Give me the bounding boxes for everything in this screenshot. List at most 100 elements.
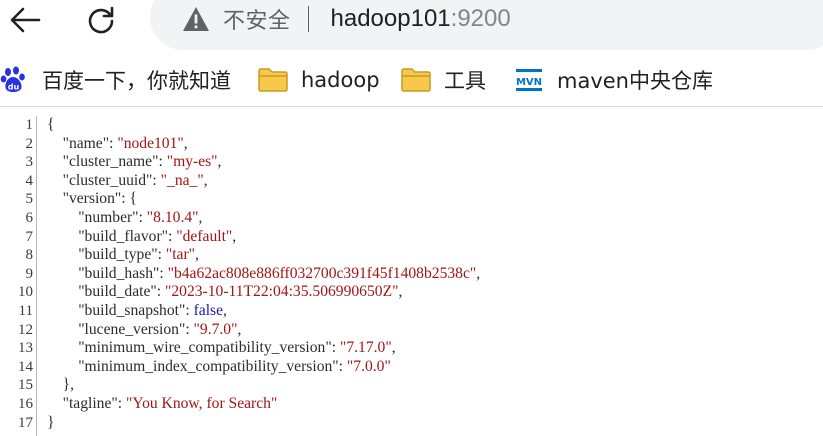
json-punctuation: , (203, 171, 208, 189)
json-boolean-value: false (193, 302, 224, 319)
json-string-value: "_na_" (160, 171, 204, 189)
json-punctuation: : (185, 302, 194, 319)
json-punctuation: }, (47, 376, 74, 394)
mvn-logo-icon: MVN (516, 69, 542, 91)
json-punctuation (47, 339, 78, 356)
json-punctuation: { (47, 116, 55, 133)
json-line: }, (47, 376, 74, 395)
json-punctuation (47, 265, 78, 282)
bookmark-folder-tools[interactable]: 工具 (400, 64, 486, 96)
reload-icon (88, 6, 114, 34)
bookmark-label: 工具 (444, 69, 486, 93)
url-port: :9200 (450, 5, 511, 32)
address-bar-divider (307, 6, 309, 32)
back-arrow-icon (10, 7, 41, 33)
line-number: 7 (25, 228, 34, 245)
json-line: "build_type": "tar", (47, 246, 199, 265)
bookmarks-bar: du 百度一下，你就知道 hadoop 工具 MVN maven中央仓库 (0, 56, 823, 107)
json-punctuation (47, 172, 63, 189)
json-string-value: "7.17.0" (339, 339, 392, 357)
json-punctuation (47, 358, 78, 375)
line-number: 17 (18, 414, 33, 431)
baidu-paw-icon: du (0, 66, 25, 92)
line-number: 13 (18, 340, 33, 357)
json-punctuation (47, 283, 78, 300)
line-number: 14 (18, 358, 33, 375)
json-punctuation: : (159, 264, 168, 282)
json-key: "lucene_version" (78, 320, 186, 338)
json-punctuation (47, 153, 63, 170)
json-key: "number" (78, 209, 139, 226)
json-punctuation: , (217, 153, 222, 171)
json-line: "cluster_uuid": "_na_", (47, 172, 208, 191)
line-number: 8 (25, 247, 34, 264)
json-punctuation (47, 228, 78, 245)
json-punctuation: : (168, 227, 177, 245)
bookmark-maven-central[interactable]: MVN maven中央仓库 (515, 64, 713, 96)
json-line: "minimum_wire_compatibility_version": "7… (47, 339, 395, 358)
line-number: 9 (25, 265, 34, 282)
json-punctuation: : { (121, 190, 137, 208)
line-number: 1 (25, 117, 34, 133)
json-punctuation: , (198, 209, 203, 226)
json-punctuation: , (237, 320, 242, 338)
json-line: "build_snapshot": false, (47, 302, 227, 321)
json-punctuation: , (183, 134, 188, 152)
json-string-value: "tar" (165, 246, 196, 264)
line-number: 5 (25, 191, 34, 208)
json-punctuation (47, 395, 63, 412)
json-punctuation: , (232, 227, 237, 245)
folder-icon (258, 68, 288, 92)
line-number: 12 (18, 321, 33, 338)
json-key: "build_snapshot" (78, 302, 186, 319)
security-status-label[interactable]: 不安全 (223, 3, 291, 35)
json-punctuation (47, 135, 63, 152)
bookmark-folder-hadoop[interactable]: hadoop (257, 64, 380, 96)
json-line: "build_flavor": "default", (47, 228, 236, 247)
json-punctuation: , (476, 264, 481, 282)
json-string-value: "9.7.0" (193, 320, 238, 338)
json-punctuation (47, 209, 78, 226)
json-line: "tagline": "You Know, for Search" (47, 395, 278, 414)
json-punctuation: , (223, 302, 227, 319)
line-number: 16 (18, 396, 33, 412)
back-button[interactable] (0, 0, 50, 40)
json-string-value: "7.0.0" (346, 357, 391, 375)
json-key: "build_type" (78, 246, 158, 264)
json-line: } (47, 414, 55, 433)
url-text[interactable]: hadoop101:9200 (331, 5, 511, 33)
url-host: hadoop101 (330, 5, 451, 32)
json-key: "cluster_name" (62, 153, 159, 171)
json-key: "tagline" (62, 395, 118, 412)
line-number: 4 (25, 172, 34, 189)
json-punctuation: : (185, 320, 194, 338)
json-string-value: "my-es" (166, 153, 218, 171)
line-number: 3 (25, 154, 34, 171)
json-string-value: "8.10.4" (146, 209, 199, 226)
json-line: "version": { (47, 190, 137, 209)
svg-text:du: du (8, 83, 20, 92)
json-punctuation: } (47, 413, 55, 431)
json-key: "minimum_wire_compatibility_version" (78, 339, 332, 357)
line-number: 6 (25, 210, 34, 226)
address-bar-content: 不安全 hadoop101:9200 (182, 4, 511, 34)
not-secure-warning-icon[interactable] (182, 6, 210, 32)
json-punctuation: : (158, 153, 167, 171)
json-line: "minimum_index_compatibility_version": "… (47, 358, 391, 377)
line-number: 2 (25, 135, 34, 152)
json-punctuation (47, 246, 78, 263)
json-string-value: "You Know, for Search" (126, 395, 278, 412)
json-punctuation (47, 302, 78, 319)
json-key: "minimum_index_compatibility_version" (78, 357, 339, 375)
json-key: "name" (62, 134, 110, 152)
json-string-value: "b4a62ac808e886ff032700c391f45f1408b2538… (167, 264, 477, 282)
bookmark-baidu[interactable]: du 百度一下，你就知道 (0, 64, 231, 96)
reload-button[interactable] (76, 0, 126, 40)
json-punctuation: : (157, 246, 166, 264)
json-punctuation: , (195, 246, 199, 264)
json-viewer: 1 2 3 4 5 6 7 8 9 10 11 12 13 14 15 16 17 { "name": "nod… (0, 116, 823, 436)
json-line: "name": "node101", (47, 135, 188, 154)
json-key: "build_flavor" (78, 227, 169, 245)
json-punctuation: : (338, 357, 347, 375)
folder-icon (401, 68, 431, 92)
